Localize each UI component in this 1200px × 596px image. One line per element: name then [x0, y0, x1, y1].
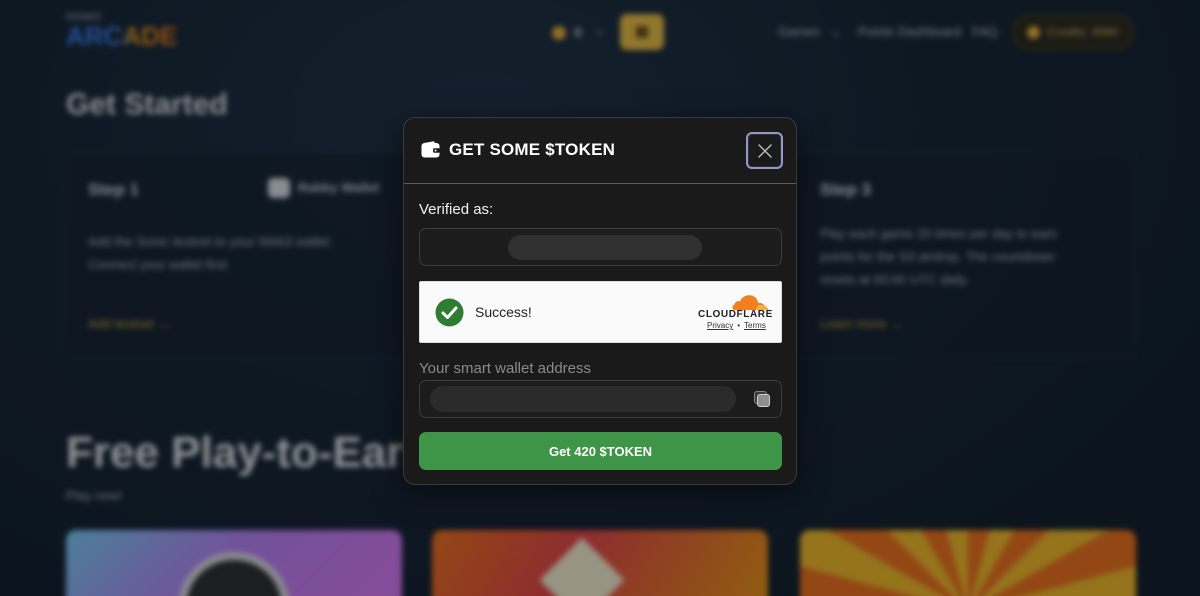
check-circle-icon [435, 298, 464, 327]
smart-wallet-address-field[interactable] [419, 380, 782, 418]
captcha-status: Success! [475, 304, 532, 320]
redacted-identity [508, 235, 702, 260]
cloudflare-turnstile-widget[interactable]: Success! CLOUDFLARE Privacy • Terms [419, 281, 782, 343]
get-token-button[interactable]: Get 420 $TOKEN [419, 432, 782, 470]
cloudflare-links: Privacy • Terms [707, 321, 766, 330]
get-token-modal: GET SOME $TOKEN Verified as: Success! CL… [403, 117, 797, 485]
redacted-wallet-address [430, 386, 736, 412]
copy-icon[interactable] [754, 391, 771, 408]
smart-wallet-label: Your smart wallet address [419, 360, 592, 377]
modal-header: GET SOME $TOKEN [404, 118, 796, 184]
wallet-icon [421, 141, 440, 158]
close-icon [757, 143, 772, 158]
link-separator: • [737, 321, 741, 330]
privacy-link[interactable]: Privacy [707, 321, 733, 330]
close-button[interactable] [746, 132, 783, 169]
cloudflare-wordmark: CLOUDFLARE [698, 309, 773, 320]
modal-title: GET SOME $TOKEN [449, 140, 616, 159]
terms-link[interactable]: Terms [744, 321, 766, 330]
verified-label: Verified as: [419, 201, 494, 218]
verified-identity-field [419, 228, 782, 266]
